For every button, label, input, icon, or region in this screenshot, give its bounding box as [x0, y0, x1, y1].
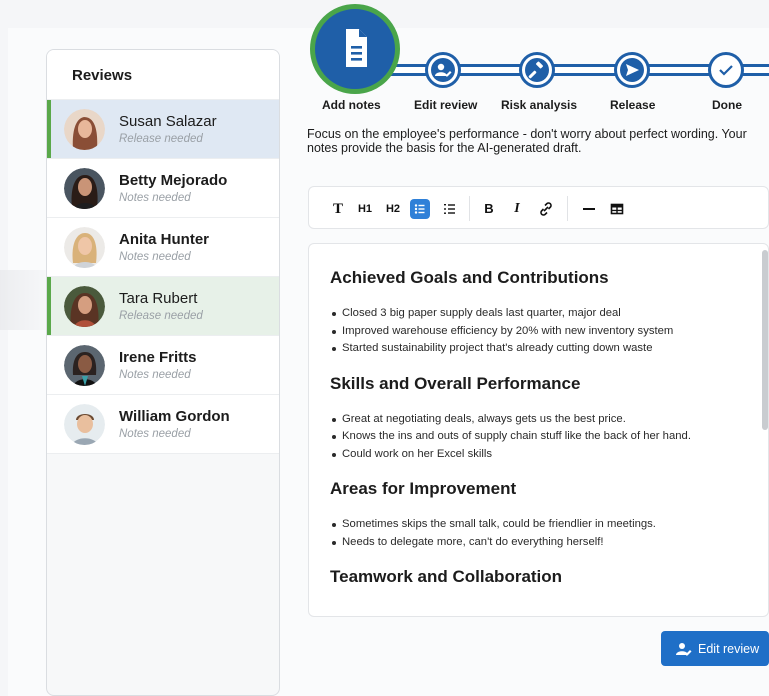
- avatar: [64, 345, 105, 386]
- review-item-william-gordon[interactable]: William Gordon Notes needed: [47, 395, 279, 454]
- section-heading: Achieved Goals and Contributions: [330, 268, 609, 287]
- review-item-tara-rubert[interactable]: Tara Rubert Release needed: [47, 277, 279, 336]
- heading1-button[interactable]: H1: [356, 199, 374, 219]
- review-item-status: Notes needed: [119, 192, 191, 204]
- toolbar-divider: [469, 196, 470, 221]
- avatar: [64, 168, 105, 209]
- check-icon: [719, 65, 733, 76]
- review-item-name: William Gordon: [119, 408, 230, 425]
- review-item-status: Release needed: [119, 133, 203, 145]
- horizontal-rule-icon: [583, 208, 595, 210]
- step-done[interactable]: [708, 52, 744, 88]
- italic-button[interactable]: I: [511, 199, 523, 219]
- list-item: Great at negotiating deals, always gets …: [330, 411, 768, 429]
- review-item-name: Tara Rubert: [119, 290, 198, 307]
- list-item: Closed 3 big paper supply deals last qua…: [330, 305, 768, 323]
- list-item: Improved warehouse efficiency by 20% wit…: [330, 323, 768, 341]
- review-item-status: Release needed: [119, 310, 203, 322]
- instructions-text: Focus on the employee's performance - do…: [307, 127, 747, 155]
- list-item: Started sustainability project that's al…: [330, 340, 768, 358]
- list-item: Sometimes skips the small talk, could be…: [330, 516, 768, 534]
- review-item-name: Betty Mejorado: [119, 172, 228, 189]
- numbered-list-button[interactable]: [440, 199, 460, 219]
- review-item-anita-hunter[interactable]: Anita Hunter Notes needed: [47, 218, 279, 277]
- step-label-edit-review: Edit review: [414, 98, 478, 112]
- background-shade: [0, 270, 46, 330]
- list-item: Knows the ins and outs of supply chain s…: [330, 428, 768, 446]
- review-item-name: Anita Hunter: [119, 231, 209, 248]
- document-icon: [346, 29, 367, 67]
- avatar: [64, 109, 105, 150]
- notes-editor[interactable]: Achieved Goals and Contributions Closed …: [308, 243, 769, 617]
- link-button[interactable]: [537, 199, 555, 219]
- step-label-done: Done: [712, 98, 742, 112]
- review-item-status: Notes needed: [119, 369, 191, 381]
- avatar: [64, 286, 105, 327]
- edit-review-button[interactable]: Edit review: [661, 631, 769, 666]
- bullet-list: Great at negotiating deals, always gets …: [330, 411, 768, 464]
- review-item-name: Susan Salazar: [119, 113, 217, 130]
- section-heading: Skills and Overall Performance: [330, 373, 581, 393]
- step-label-add-notes: Add notes: [322, 98, 381, 112]
- send-icon: [620, 58, 644, 82]
- editor-toolbar: T H1 H2 B I: [308, 186, 769, 229]
- review-item-name: Irene Fritts: [119, 349, 197, 366]
- numbered-list-icon: [444, 204, 455, 214]
- step-add-notes[interactable]: [310, 4, 400, 94]
- reviews-sidebar: Reviews Susan Salazar Release needed Bet…: [46, 49, 280, 696]
- review-item-susan-salazar[interactable]: Susan Salazar Release needed: [47, 100, 279, 159]
- bullet-list: Closed 3 big paper supply deals last qua…: [330, 305, 768, 358]
- review-item-irene-fritts[interactable]: Irene Fritts Notes needed: [47, 336, 279, 395]
- edit-review-button-label: Edit review: [698, 641, 760, 656]
- bold-button[interactable]: B: [483, 199, 495, 219]
- step-risk-analysis[interactable]: [519, 52, 555, 88]
- table-icon: [610, 203, 624, 215]
- review-item-status: Notes needed: [119, 428, 191, 440]
- avatar: [64, 227, 105, 268]
- progress-stepper: Add notes Edit review Risk analysis Rele…: [300, 0, 769, 118]
- sidebar-title: Reviews: [47, 50, 279, 100]
- editor-scrollbar[interactable]: [762, 250, 768, 430]
- step-edit-review[interactable]: [425, 52, 461, 88]
- review-item-betty-mejorado[interactable]: Betty Mejorado Notes needed: [47, 159, 279, 218]
- toolbar-divider: [567, 196, 568, 221]
- list-item: Could work on her Excel skills: [330, 446, 768, 464]
- bullet-list: Sometimes skips the small talk, could be…: [330, 516, 768, 551]
- section-heading: Areas for Improvement: [330, 479, 517, 498]
- step-label-release: Release: [610, 98, 656, 112]
- text-style-button[interactable]: T: [332, 199, 344, 219]
- link-icon: [540, 202, 552, 216]
- gavel-icon: [525, 58, 549, 82]
- bullet-list-button[interactable]: [410, 199, 430, 219]
- heading2-button[interactable]: H2: [384, 199, 402, 219]
- horizontal-rule-button[interactable]: [581, 199, 597, 219]
- list-item: Needs to delegate more, can't do everyth…: [330, 534, 768, 552]
- step-label-risk-analysis: Risk analysis: [501, 98, 578, 112]
- step-release[interactable]: [614, 52, 650, 88]
- table-button[interactable]: [609, 199, 625, 219]
- user-edit-icon: [676, 642, 692, 655]
- user-edit-icon: [431, 58, 455, 82]
- review-item-status: Notes needed: [119, 251, 191, 263]
- bullet-list-icon: [414, 204, 425, 214]
- avatar: [64, 404, 105, 445]
- section-heading: Teamwork and Collaboration: [330, 567, 563, 586]
